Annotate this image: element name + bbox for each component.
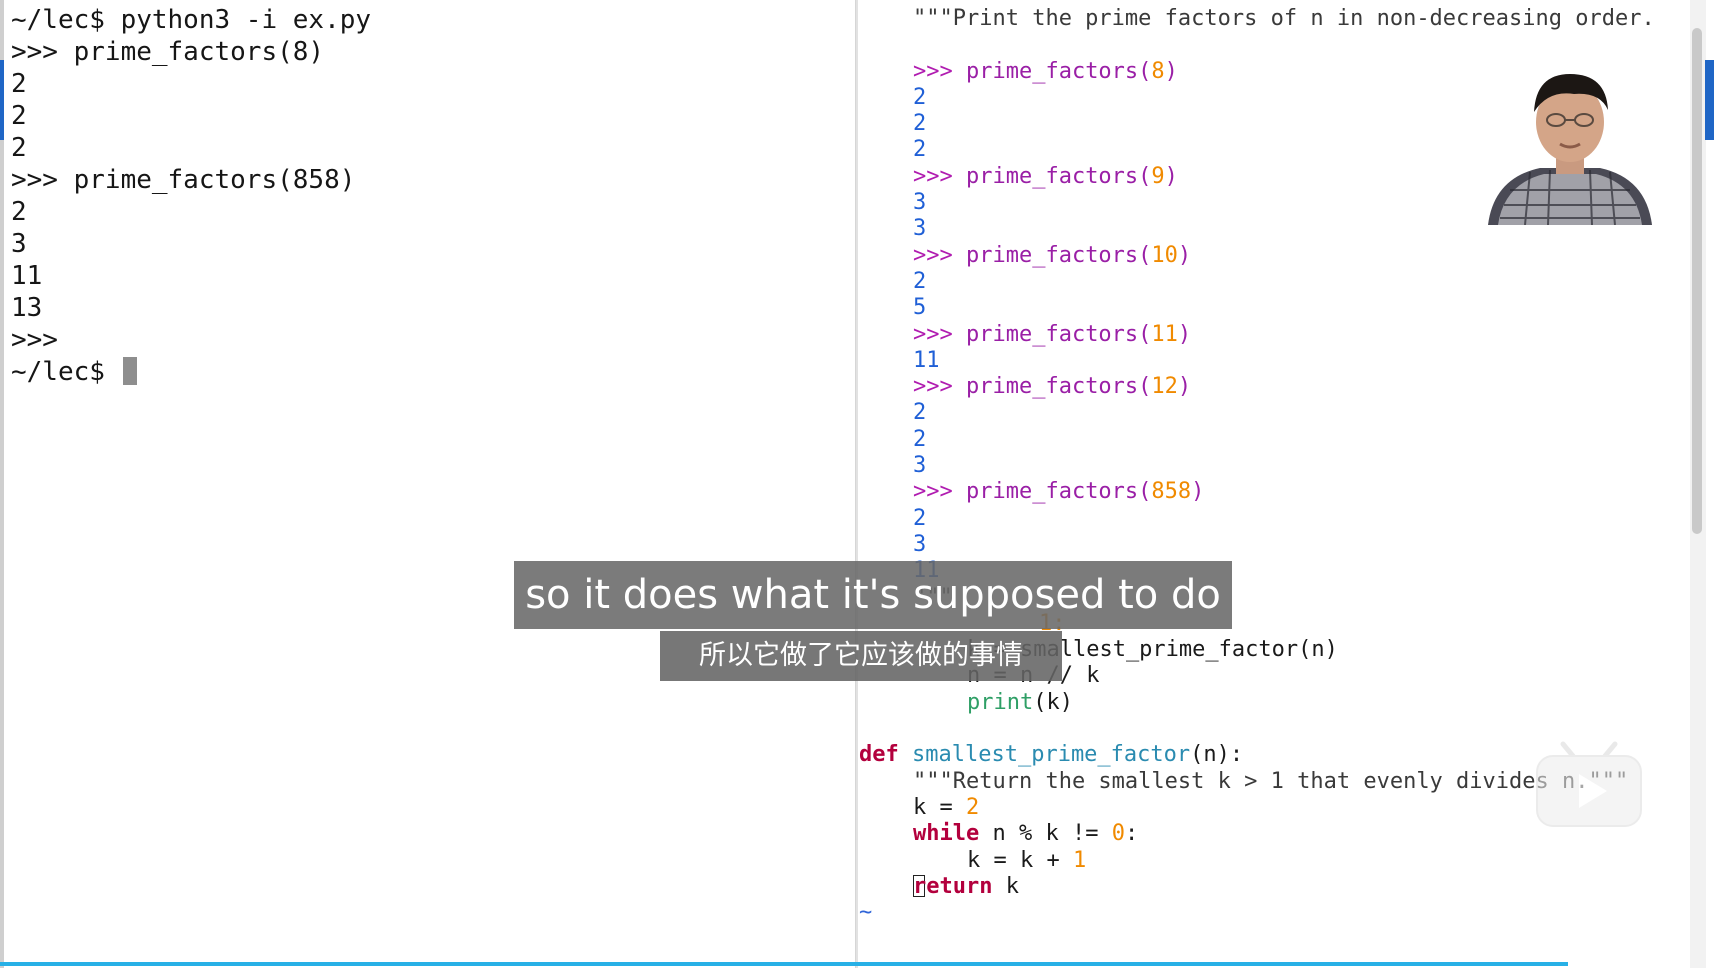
video-progress-bar[interactable] xyxy=(0,962,1568,966)
terminal-output: ~/lec$ python3 -i ex.py >>> prime_factor… xyxy=(11,4,371,388)
terminal-line: >>> prime_factors(8) xyxy=(11,37,325,67)
terminal-prompt-line[interactable]: ~/lec$ xyxy=(11,356,371,388)
return-value: k xyxy=(992,873,1019,899)
increment-value: 1 xyxy=(1072,847,1087,873)
terminal-left-edge xyxy=(0,0,4,968)
shell-prompt: ~/lec$ xyxy=(11,357,121,387)
terminal-line: 2 xyxy=(11,101,27,131)
doctest-function: prime_factors( xyxy=(965,242,1152,268)
doctest-function: prime_factors( xyxy=(965,374,1152,400)
video-play-watermark-icon xyxy=(1535,740,1643,828)
doctest-output: 2 xyxy=(913,400,927,426)
editor-scrollbar-thumb[interactable] xyxy=(1692,28,1702,534)
doctest-prompt: >>> xyxy=(913,479,966,505)
doctest-output: 11 xyxy=(913,347,940,373)
doctest-argument: 11 xyxy=(1151,321,1178,347)
doctest-output: 3 xyxy=(913,453,927,479)
chinese-subtitle: 所以它做了它应该做的事情 xyxy=(660,631,1062,681)
presenter-figure-icon xyxy=(1470,60,1670,225)
terminal-edge-accent xyxy=(0,60,4,140)
doctest-call-line: >>> prime_factors(10) xyxy=(859,243,1655,269)
doctest-close-paren: ) xyxy=(1177,374,1192,400)
doctest-call-line: >>> prime_factors(11) xyxy=(859,322,1655,348)
empty-line-marker: ~ xyxy=(859,900,873,926)
doctest-prompt: >>> xyxy=(913,374,966,400)
terminal-line: 2 xyxy=(11,197,27,227)
doctest-argument: 9 xyxy=(1151,163,1165,189)
doctest-prompt: >>> xyxy=(913,321,966,347)
doctest-function: prime_factors( xyxy=(965,163,1152,189)
doctest-argument: 12 xyxy=(1151,374,1178,400)
doctest-close-paren: ) xyxy=(1177,321,1192,347)
print-args: (k) xyxy=(1033,689,1073,715)
terminal-line: 13 xyxy=(11,293,43,323)
doctest-prompt: >>> xyxy=(913,163,966,189)
return-line[interactable]: return k xyxy=(859,874,1655,900)
doctest-prompt: >>> xyxy=(913,58,966,84)
terminal-line: ~/lec$ python3 -i ex.py xyxy=(11,5,372,35)
init-var: k = xyxy=(913,794,966,820)
doctest-output: 5 xyxy=(913,295,927,321)
presenter-webcam xyxy=(1470,60,1670,225)
init-value: 2 xyxy=(965,794,980,820)
doctest-output: 2 xyxy=(913,505,927,531)
doctest-close-paren: ) xyxy=(1177,242,1192,268)
doctest-argument: 10 xyxy=(1151,242,1178,268)
while-keyword: while xyxy=(913,821,980,847)
doctest-call-line: >>> prime_factors(12) xyxy=(859,374,1655,400)
doctest-close-paren: ) xyxy=(1164,58,1178,84)
increment-expr: k = k + xyxy=(967,847,1073,873)
terminal-line: 2 xyxy=(11,133,27,163)
terminal-line: 3 xyxy=(11,229,27,259)
def-keyword: def xyxy=(859,742,899,768)
doctest-prompt: >>> xyxy=(913,242,966,268)
code-line: k = k + 1 xyxy=(859,848,1655,874)
terminal-pane[interactable]: ~/lec$ python3 -i ex.py >>> prime_factor… xyxy=(0,0,856,968)
docstring-line: """Print the prime factors of n in non-d… xyxy=(913,6,1655,31)
editor-divider xyxy=(856,0,858,968)
doctest-function: prime_factors( xyxy=(965,58,1152,84)
doctest-argument: 858 xyxy=(1151,479,1192,505)
doctest-function: prime_factors( xyxy=(965,479,1152,505)
english-subtitle: so it does what it's supposed to do xyxy=(514,561,1232,629)
while-condition: n % k != xyxy=(979,821,1112,847)
terminal-line: 2 xyxy=(11,69,27,99)
terminal-line: 11 xyxy=(11,261,43,291)
return-keyword: return xyxy=(913,873,993,899)
code-line: print(k) xyxy=(859,690,1655,716)
while-colon: : xyxy=(1124,821,1139,847)
doctest-output: 2 xyxy=(913,268,927,294)
terminal-line: >>> xyxy=(11,325,58,355)
while-zero: 0 xyxy=(1111,821,1125,847)
function-signature: (n): xyxy=(1190,742,1244,768)
doctest-call-line: >>> prime_factors(858) xyxy=(859,479,1655,505)
doctest-close-paren: ) xyxy=(1164,163,1178,189)
scroll-position-marker xyxy=(1705,60,1714,140)
doctest-output: 3 xyxy=(913,531,927,557)
doctest-close-paren: ) xyxy=(1191,479,1205,505)
print-builtin: print xyxy=(967,689,1034,715)
terminal-line: >>> prime_factors(858) xyxy=(11,165,356,195)
doctest-argument: 8 xyxy=(1151,58,1165,84)
doctest-function: prime_factors( xyxy=(965,321,1152,347)
function-name: smallest_prime_factor xyxy=(912,742,1191,768)
terminal-cursor xyxy=(122,357,137,385)
doctest-output: 2 xyxy=(913,426,927,452)
